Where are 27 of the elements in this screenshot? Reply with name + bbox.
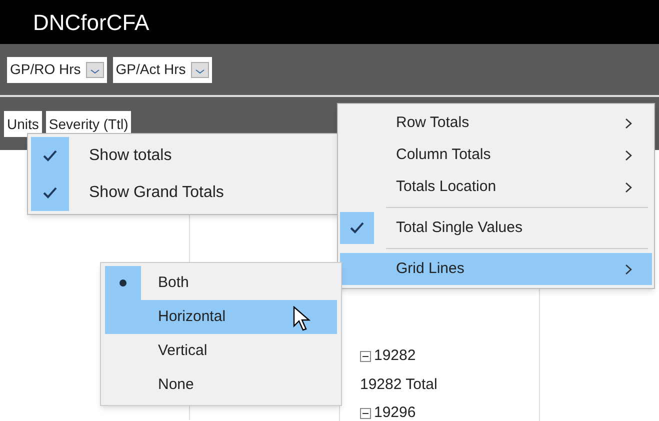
tree-label: 19296 [374, 403, 416, 421]
menu-item[interactable]: Vertical [105, 334, 337, 368]
menu-item[interactable]: Row Totals [340, 107, 652, 139]
filter-chip[interactable]: GP/Act Hrs [112, 56, 212, 82]
filter-chip[interactable]: GP/RO Hrs [7, 56, 107, 82]
menu-item[interactable]: None [105, 368, 337, 402]
mouse-cursor-icon [293, 306, 312, 332]
tree-label: 19282 [374, 346, 416, 366]
tree-label: 19282 Total [360, 374, 438, 394]
menu-item[interactable]: Horizontal [105, 300, 337, 334]
chevron-right-icon [625, 264, 632, 274]
field-chip[interactable]: Units [4, 111, 42, 137]
collapse-icon[interactable] [360, 408, 371, 419]
menu-item[interactable]: Grid Lines [340, 253, 652, 285]
check-icon [43, 186, 57, 198]
chevron-right-icon [625, 182, 632, 192]
menu-item[interactable]: Both [105, 266, 337, 300]
chevron-right-icon [625, 118, 632, 128]
menu-item[interactable]: Total Single Values [340, 212, 652, 244]
check-icon [350, 222, 364, 234]
window-title: DNCforCFA [33, 8, 150, 36]
check-icon [43, 150, 57, 162]
dropdown-icon [86, 62, 104, 78]
collapse-icon[interactable] [360, 350, 371, 362]
dropdown-icon [190, 62, 209, 78]
chevron-right-icon [625, 150, 632, 160]
bullet-icon [119, 279, 127, 287]
